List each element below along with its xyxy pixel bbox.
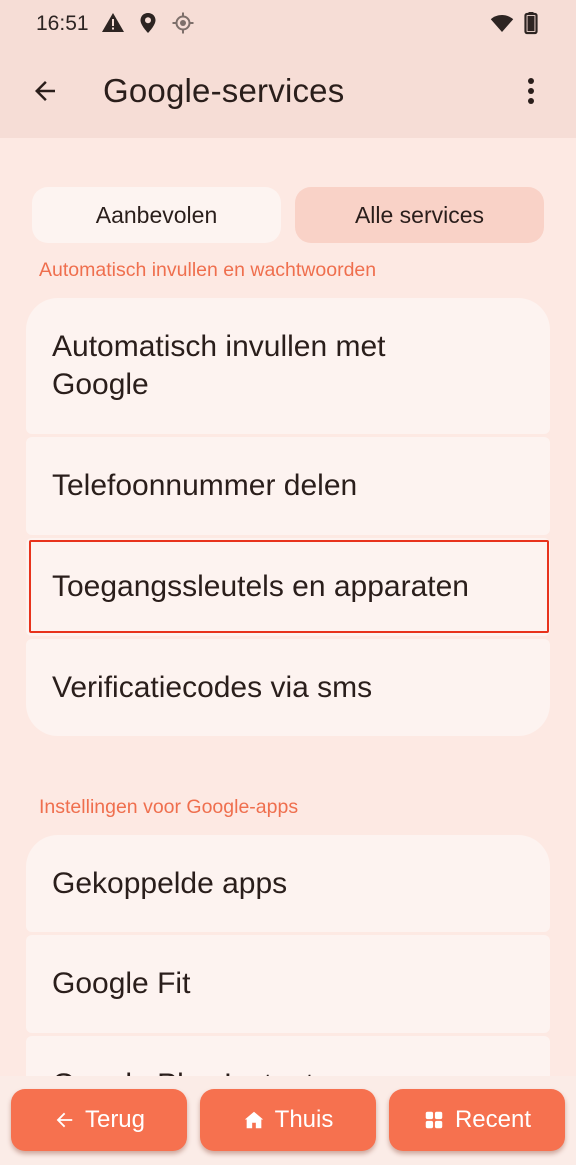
- section-title-autofill: Automatisch invullen en wachtwoorden: [39, 259, 377, 281]
- home-icon: [243, 1109, 265, 1131]
- gps-icon: [171, 11, 195, 35]
- list-item-label: Verificatiecodes via sms: [52, 670, 373, 704]
- nav-back-button[interactable]: Terug: [11, 1089, 187, 1151]
- nav-home-button[interactable]: Thuis: [200, 1089, 376, 1151]
- nav-recent-button[interactable]: Recent: [389, 1089, 565, 1151]
- arrow-left-icon: [53, 1109, 75, 1131]
- location-pin-icon: [136, 11, 160, 35]
- tab-all-services[interactable]: Alle services: [295, 187, 544, 243]
- list-item-label-line2: Google: [52, 368, 149, 401]
- list-item-connected-apps[interactable]: Gekoppelde apps: [26, 835, 550, 932]
- nav-home-label: Thuis: [274, 1106, 334, 1133]
- list-item-label: Automatisch invullen met Google: [52, 328, 386, 404]
- warning-icon: [101, 11, 125, 35]
- list-item-label: Telefoonnummer delen: [52, 469, 358, 502]
- top-app-bar: 16:51 Google-services: [0, 0, 576, 138]
- grid-icon: [423, 1109, 445, 1131]
- list-item-label: Gekoppelde apps: [52, 866, 288, 900]
- back-button[interactable]: [20, 68, 70, 118]
- page-title: Google-services: [103, 72, 345, 109]
- arrow-back-icon: [30, 76, 60, 111]
- section-title-google-apps: Instellingen voor Google-apps: [39, 796, 299, 818]
- more-options-button[interactable]: [508, 68, 554, 118]
- list-item-label: Toegangssleutels en apparaten: [52, 570, 469, 603]
- list-item-share-phone-number[interactable]: Telefoonnummer delen: [26, 437, 550, 535]
- list-item-sms-verification-codes[interactable]: Verificatiecodes via sms: [26, 639, 550, 736]
- list-item-passkeys-devices[interactable]: Toegangssleutels en apparaten: [26, 538, 550, 636]
- screen: 16:51 Google-services Aanbevolen Alle se…: [0, 0, 576, 1165]
- nav-back-label: Terug: [84, 1106, 146, 1133]
- tab-recommended[interactable]: Aanbevolen: [32, 187, 281, 243]
- list-item-google-fit[interactable]: Google Fit: [26, 935, 550, 1033]
- status-bar: 16:51: [0, 0, 576, 48]
- more-vert-icon: [525, 76, 537, 111]
- status-time: 16:51: [36, 12, 89, 35]
- list-item-autofill-google[interactable]: Automatisch invullen met Google: [26, 298, 550, 434]
- battery-icon: [519, 11, 543, 35]
- list-item-label: Google Fit: [52, 967, 191, 1000]
- list-item-label-line1: Automatisch invullen met: [52, 330, 386, 363]
- wifi-icon: [490, 11, 514, 35]
- nav-recent-label: Recent: [454, 1106, 532, 1133]
